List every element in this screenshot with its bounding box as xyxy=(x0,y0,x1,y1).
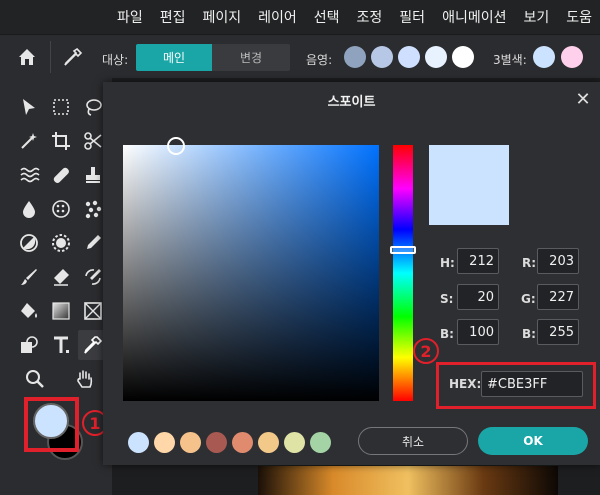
move-tool-icon[interactable] xyxy=(14,92,44,122)
shade-label: 음영: xyxy=(306,53,333,67)
recent-color-swatch-1[interactable] xyxy=(128,432,149,453)
menu-page[interactable]: 페이지 xyxy=(202,7,241,27)
options-toolbar: 대상: 메인 변경 음영: 3별색: xyxy=(0,34,600,78)
shade-swatch-3[interactable] xyxy=(398,46,420,68)
b-label: B: xyxy=(440,327,454,341)
shade-swatch-5[interactable] xyxy=(452,46,474,68)
menu-help[interactable]: 도움 xyxy=(566,7,592,27)
hex-label: HEX: xyxy=(449,377,482,391)
hue-slider-handle[interactable] xyxy=(390,246,416,254)
target-main-button[interactable]: 메인 xyxy=(136,44,212,71)
menu-animation[interactable]: 애니메이션 xyxy=(442,7,506,27)
target-label: 대상: xyxy=(102,53,129,67)
paint-bucket-tool-icon[interactable] xyxy=(14,296,44,326)
hex-input[interactable]: #CBE3FF xyxy=(481,371,583,397)
recent-color-swatch-2[interactable] xyxy=(154,432,175,453)
h-label: H: xyxy=(440,256,455,270)
bandage-tool-icon[interactable] xyxy=(46,160,76,190)
zoom-tool-icon[interactable] xyxy=(20,364,50,394)
dodge-tool-icon[interactable] xyxy=(14,228,44,258)
menu-select[interactable]: 선택 xyxy=(314,7,340,27)
shape-tool-icon[interactable] xyxy=(14,330,44,360)
triad-label: 3별색: xyxy=(493,53,527,67)
r-label: R: xyxy=(522,256,537,270)
recent-color-swatch-7[interactable] xyxy=(284,432,305,453)
b-input[interactable]: 100 xyxy=(457,319,499,345)
foreground-highlight-box xyxy=(24,397,79,452)
menu-layer[interactable]: 레이어 xyxy=(258,7,297,27)
liquify-tool-icon[interactable] xyxy=(14,160,44,190)
hue-slider[interactable] xyxy=(390,145,416,401)
hand-tool-icon[interactable] xyxy=(70,364,100,394)
menu-adjust[interactable]: 조정 xyxy=(357,7,383,27)
canvas-image xyxy=(258,466,558,495)
eyedropper-dialog: 스포이트 ✕ H: 212 S: 20 B: 100 R: 203 G: 227… xyxy=(103,82,600,465)
shade-swatch-1[interactable] xyxy=(344,46,366,68)
sponge-tool-icon[interactable] xyxy=(46,194,76,224)
annotation-badge-two: 2 xyxy=(413,338,439,364)
shade-swatch-4[interactable] xyxy=(425,46,447,68)
h-input[interactable]: 212 xyxy=(457,248,499,274)
toolbar-divider xyxy=(50,41,51,73)
recent-color-swatch-4[interactable] xyxy=(206,432,227,453)
menu-view[interactable]: 보기 xyxy=(523,7,549,27)
home-icon[interactable] xyxy=(16,46,38,72)
brush-tool-icon[interactable] xyxy=(14,262,44,292)
canvas-margin xyxy=(112,466,258,495)
color-preview xyxy=(429,145,509,225)
crop-tool-icon[interactable] xyxy=(46,126,76,156)
blue-label: B: xyxy=(522,327,536,341)
r-input[interactable]: 203 xyxy=(537,248,579,274)
blue-input[interactable]: 255 xyxy=(537,319,579,345)
dialog-title: 스포이트 xyxy=(327,95,376,110)
gradient-tool-icon[interactable] xyxy=(46,296,76,326)
gear-tool-icon[interactable] xyxy=(46,228,76,258)
triad-swatch-1[interactable] xyxy=(533,46,555,68)
blur-drop-tool-icon[interactable] xyxy=(14,194,44,224)
recent-color-swatch-8[interactable] xyxy=(310,432,331,453)
menu-bar: 파일 편집 페이지 레이어 선택 조정 필터 애니메이션 보기 도움 xyxy=(0,0,600,34)
eyedropper-icon xyxy=(62,46,84,72)
cancel-button[interactable]: 취소 xyxy=(358,427,468,455)
text-tool-icon[interactable] xyxy=(46,330,76,360)
marquee-tool-icon[interactable] xyxy=(46,92,76,122)
picker-cursor[interactable] xyxy=(167,137,185,155)
close-icon[interactable]: ✕ xyxy=(573,90,593,110)
menu-edit[interactable]: 편집 xyxy=(160,7,186,27)
ok-button[interactable]: OK xyxy=(478,427,588,455)
menu-filter[interactable]: 필터 xyxy=(399,7,425,27)
recent-color-swatch-3[interactable] xyxy=(180,432,201,453)
g-label: G: xyxy=(521,292,536,306)
eraser-tool-icon[interactable] xyxy=(46,262,76,292)
saturation-value-picker[interactable] xyxy=(123,137,379,401)
shade-swatch-2[interactable] xyxy=(371,46,393,68)
magic-wand-tool-icon[interactable] xyxy=(14,126,44,156)
s-input[interactable]: 20 xyxy=(457,284,499,310)
triad-swatch-2[interactable] xyxy=(561,46,583,68)
menu-file[interactable]: 파일 xyxy=(117,7,143,27)
s-label: S: xyxy=(440,292,454,306)
g-input[interactable]: 227 xyxy=(537,284,579,310)
recent-color-swatch-5[interactable] xyxy=(232,432,253,453)
recent-color-swatch-6[interactable] xyxy=(258,432,279,453)
target-change-button[interactable]: 변경 xyxy=(212,44,290,71)
